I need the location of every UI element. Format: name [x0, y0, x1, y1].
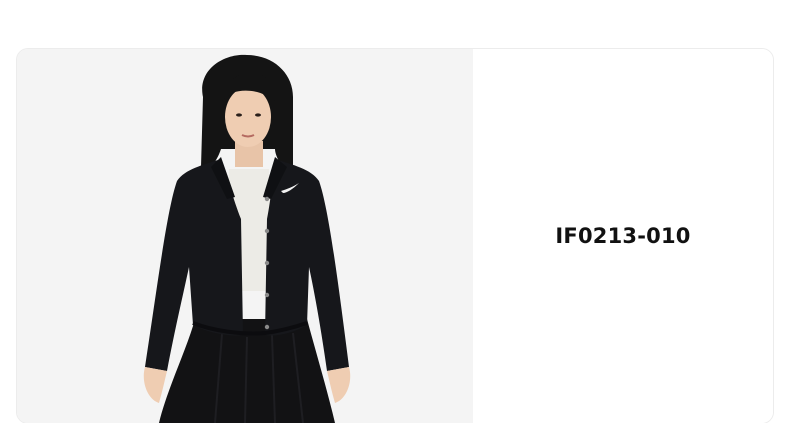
- model-photo: [17, 49, 473, 423]
- page: IF0213-010: [0, 0, 790, 423]
- product-image[interactable]: [17, 49, 473, 423]
- product-info: IF0213-010: [473, 49, 773, 423]
- product-sku: IF0213-010: [555, 224, 691, 248]
- product-card[interactable]: IF0213-010: [16, 48, 774, 423]
